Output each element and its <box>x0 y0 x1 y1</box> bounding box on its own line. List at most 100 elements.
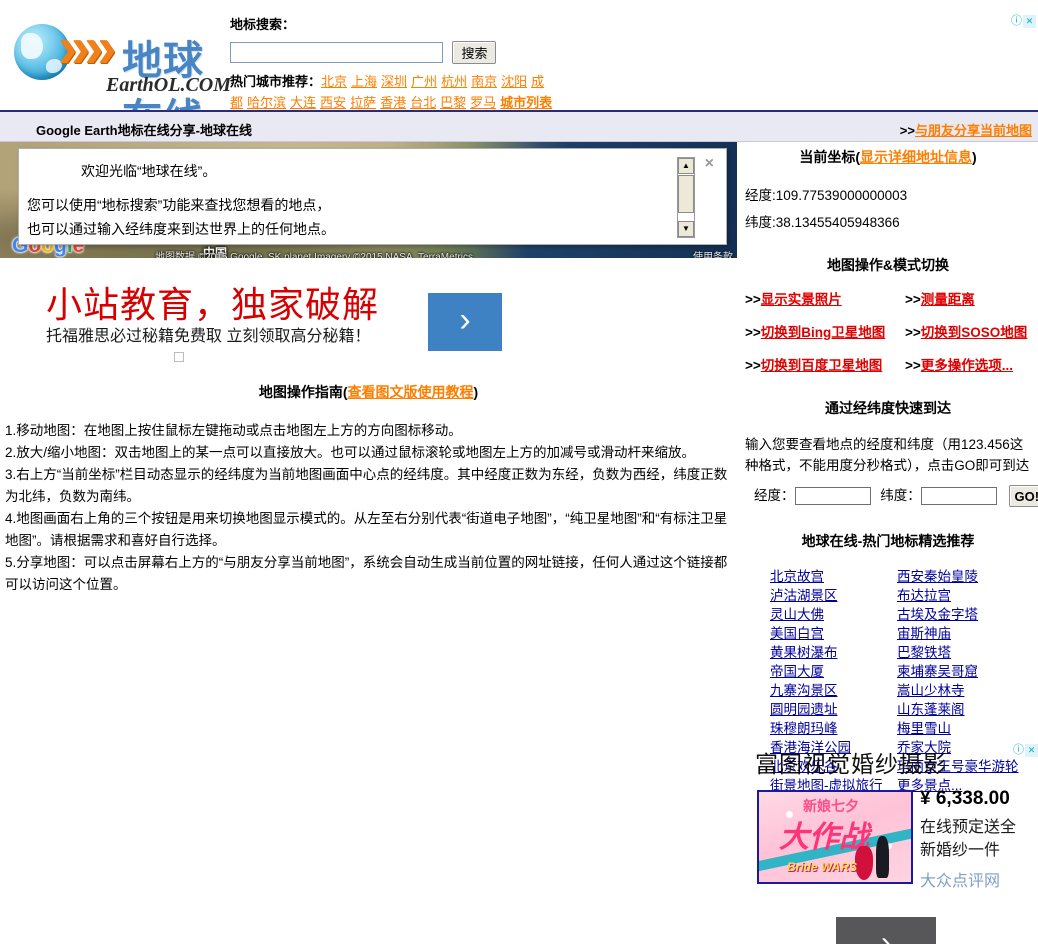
scroll-thumb[interactable] <box>678 175 694 213</box>
landmark-link[interactable]: 美国白宫 <box>770 622 824 642</box>
city-link[interactable]: 沈阳 <box>501 74 527 89</box>
city-link[interactable]: 西安 <box>320 95 346 110</box>
price: ¥ 6,338.00 <box>920 788 1010 809</box>
table-row: 圆明园遗址 山东蓬莱阁 <box>738 698 1038 717</box>
landmark-link[interactable]: 布达拉宫 <box>897 584 951 604</box>
baidu-map-link[interactable]: 切换到百度卫星地图 <box>761 358 883 373</box>
header: »» 地球在线 EarthOL.COM 地标搜索： 搜索 热门城市推荐：北京上海… <box>0 0 1038 141</box>
soso-map-link[interactable]: 切换到SOSO地图 <box>921 325 1028 340</box>
photo-ad-image[interactable]: 新娘七夕 大作战 Bride WARS <box>757 790 913 884</box>
map-canvas[interactable]: 中国 500 地图数据 ©2015 Google, SK planet Imag… <box>0 142 737 258</box>
table-row: 泸沽湖景区 布达拉宫 <box>738 584 1038 603</box>
share-area: >>与朋友分享当前地图 <box>900 120 1032 139</box>
city-link[interactable]: 巴黎 <box>440 95 466 110</box>
landmarks-title: 地球在线-热门地标精选推荐 <box>801 533 975 550</box>
map-attribution: 地图数据 ©2015 Google, SK planet Imagery ©20… <box>155 252 474 258</box>
lng-label: 经度： <box>754 488 795 503</box>
measure-distance-link[interactable]: 测量距离 <box>921 292 975 307</box>
landmark-link[interactable]: 宙斯神庙 <box>897 622 951 642</box>
table-row: 珠穆朗玛峰 梅里雪山 <box>738 717 1038 736</box>
site-logo[interactable]: »» 地球在线 EarthOL.COM <box>10 12 231 141</box>
longitude-input[interactable] <box>794 487 871 506</box>
city-link[interactable]: 南京 <box>471 74 497 89</box>
photo-ad-title: 富图视觉婚纱摄影 <box>755 751 947 777</box>
landmark-link[interactable]: 珠穆朗玛峰 <box>770 717 838 737</box>
landmark-link[interactable]: 灵山大佛 <box>770 603 824 623</box>
page-title: Google Earth地标在线分享-地球在线 <box>36 123 252 138</box>
landmark-link[interactable]: 九寨沟景区 <box>770 679 838 699</box>
city-link[interactable]: 罗马 <box>470 95 496 110</box>
street-view-link[interactable]: 显示实景照片 <box>761 292 842 307</box>
ad-next-button[interactable]: › <box>428 293 502 351</box>
landmark-link[interactable]: 西安秦始皇陵 <box>897 565 978 585</box>
photo-ad[interactable]: 富图视觉婚纱摄影 新娘七夕 大作战 Bride WARS ¥ 6,338.00 … <box>755 745 1038 890</box>
map-guide: 地图操作指南(查看图文版使用教程) 1.移动地图：在地图上按住鼠标左键拖动或点击… <box>0 382 737 596</box>
table-row: 灵山大佛 古埃及金字塔 <box>738 603 1038 622</box>
dialog-scrollbar[interactable]: ▲ ▼ <box>677 157 695 238</box>
close-icon[interactable]: × <box>705 155 714 173</box>
op-row: >>切换到Bing卫星地图 >>切换到SOSO地图 <box>745 325 1028 340</box>
page: »» 地球在线 EarthOL.COM 地标搜索： 搜索 热门城市推荐：北京上海… <box>0 0 1038 944</box>
ad-headline: 小站教育，独家破解 <box>46 284 380 325</box>
city-link[interactable]: 北京 <box>321 74 347 89</box>
address-info-link[interactable]: 显示详细地址信息 <box>860 149 972 165</box>
city-link[interactable]: 杭州 <box>441 74 467 89</box>
go-button[interactable]: GO! <box>1008 485 1038 508</box>
ad-close-icon[interactable]: ✕ <box>1023 15 1036 28</box>
city-link[interactable]: 广州 <box>411 74 437 89</box>
guide-item: 1.移动地图：在地图上按住鼠标左键拖动或点击地图左上方的方向图标移动。 <box>5 423 462 438</box>
landmark-link[interactable]: 泸沽湖景区 <box>770 584 838 604</box>
city-link[interactable]: 台北 <box>410 95 436 110</box>
table-row: 帝国大厦 柬埔寨吴哥窟 <box>738 660 1038 679</box>
welcome-line-3: 也可以通过输入经纬度来到达世界上的任何地点。 <box>27 221 335 237</box>
map-terms-link[interactable]: 使用条款 <box>693 248 733 258</box>
lat-label: 纬度： <box>880 488 921 503</box>
landmark-link[interactable]: 北京故宫 <box>770 565 824 585</box>
landmark-link[interactable]: 嵩山少林寺 <box>897 679 965 699</box>
more-options-link[interactable]: 更多操作选项... <box>921 358 1013 373</box>
ad-info-icon[interactable]: ⓘ <box>1011 15 1022 27</box>
bottom-next-button[interactable]: › <box>836 917 936 944</box>
share-map-link[interactable]: 与朋友分享当前地图 <box>915 123 1032 138</box>
search-button[interactable]: 搜索 <box>452 41 497 64</box>
landmark-link[interactable]: 梅里雪山 <box>897 717 951 737</box>
op-row: >>显示实景照片 >>测量距离 <box>745 292 975 307</box>
city-link[interactable]: 上海 <box>351 74 377 89</box>
landmark-link[interactable]: 黄果树瀑布 <box>770 641 838 661</box>
landmark-link[interactable]: 巴黎铁塔 <box>897 641 951 661</box>
goto-form: 经度： 纬度： GO! <box>738 484 1038 508</box>
guide-item: 2.放大/缩小地图：双击地图上的某一点可以直接放大。也可以通过鼠标滚轮或地图左上… <box>5 445 696 460</box>
search-input[interactable] <box>230 42 443 63</box>
search-label: 地标搜索： <box>230 17 296 32</box>
brand-domain: EarthOL.COM <box>106 74 232 96</box>
landmark-link[interactable]: 帝国大厦 <box>770 660 824 680</box>
landmark-link[interactable]: 圆明园遗址 <box>770 698 838 718</box>
guide-item: 3.右上方“当前坐标”栏目动态显示的经纬度为当前地图画面中心点的经纬度。其中经度… <box>5 467 728 504</box>
table-row: 九寨沟景区 嵩山少林寺 <box>738 679 1038 698</box>
city-link[interactable]: 哈尔滨 <box>247 95 286 110</box>
city-link[interactable]: 香港 <box>380 95 406 110</box>
latitude-input[interactable] <box>920 487 997 506</box>
welcome-line-2: 您可以使用“地标搜索”功能来查找您想看的地点， <box>27 197 331 213</box>
city-link[interactable]: 大连 <box>290 95 316 110</box>
ad-placeholder-box <box>174 352 184 362</box>
ad-source-link[interactable]: 大众点评网 <box>920 867 1038 891</box>
hot-cities-label: 热门城市推荐： <box>230 74 322 89</box>
table-row: 北京故宫 西安秦始皇陵 <box>738 565 1038 584</box>
city-link[interactable]: 拉萨 <box>350 95 376 110</box>
city-list-link[interactable]: 城市列表 <box>500 95 552 110</box>
scroll-down-icon[interactable]: ▼ <box>678 221 694 237</box>
adchoices-icons[interactable]: ⓘ ✕ <box>1011 15 1036 28</box>
landmark-link[interactable]: 古埃及金字塔 <box>897 603 978 623</box>
landmark-link[interactable]: 山东蓬莱阁 <box>897 698 965 718</box>
scroll-up-icon[interactable]: ▲ <box>678 158 694 174</box>
title-bar: Google Earth地标在线分享-地球在线 >>与朋友分享当前地图 <box>0 110 1038 142</box>
couple-illustration <box>855 830 889 880</box>
city-link[interactable]: 深圳 <box>381 74 407 89</box>
photo-ad-details: ¥ 6,338.00 在线预定送全 新婚纱一件 大众点评网 <box>920 788 1038 891</box>
landmark-link[interactable]: 柬埔寨吴哥窟 <box>897 660 978 680</box>
ad-image-text: Bride WARS <box>787 860 858 874</box>
tutorial-link[interactable]: 查看图文版使用教程 <box>348 384 474 400</box>
welcome-dialog: 欢迎光临“地球在线”。 您可以使用“地标搜索”功能来查找您想看的地点， 也可以通… <box>18 148 727 245</box>
bing-map-link[interactable]: 切换到Bing卫星地图 <box>761 325 886 340</box>
